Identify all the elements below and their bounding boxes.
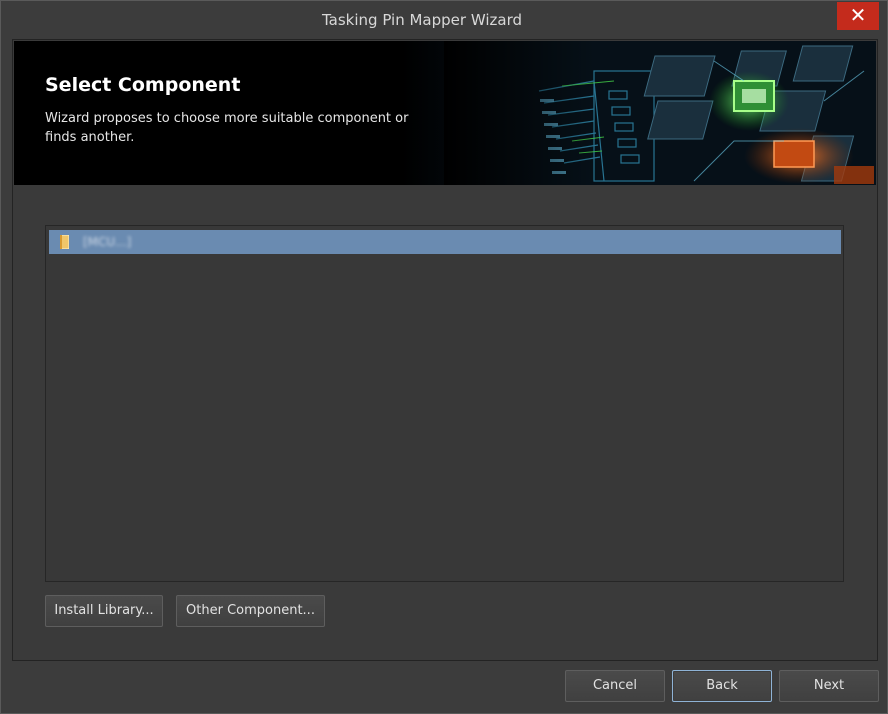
folder-icon — [60, 235, 69, 249]
list-item[interactable]: [MCU...] — [49, 230, 841, 254]
cancel-button[interactable]: Cancel — [565, 670, 665, 702]
wizard-content: Select Component Wizard proposes to choo… — [12, 39, 878, 661]
install-library-button[interactable]: Install Library... — [45, 595, 163, 627]
wizard-window: Tasking Pin Mapper Wizard ✕ Select Compo… — [0, 0, 888, 714]
list-item-label: [MCU...] — [83, 235, 132, 249]
page-title: Select Component — [45, 74, 241, 96]
title-bar: Tasking Pin Mapper Wizard ✕ — [1, 1, 887, 39]
close-icon: ✕ — [849, 3, 867, 27]
close-button[interactable]: ✕ — [837, 2, 879, 30]
other-component-button[interactable]: Other Component... — [176, 595, 325, 627]
component-list[interactable]: [MCU...] — [45, 225, 844, 582]
window-title: Tasking Pin Mapper Wizard — [322, 11, 522, 29]
page-description: Wizard proposes to choose more suitable … — [45, 111, 409, 145]
circuit-banner-image — [444, 41, 876, 185]
next-button[interactable]: Next — [779, 670, 879, 702]
header-banner: Select Component Wizard proposes to choo… — [14, 41, 876, 185]
back-button[interactable]: Back — [672, 670, 772, 702]
